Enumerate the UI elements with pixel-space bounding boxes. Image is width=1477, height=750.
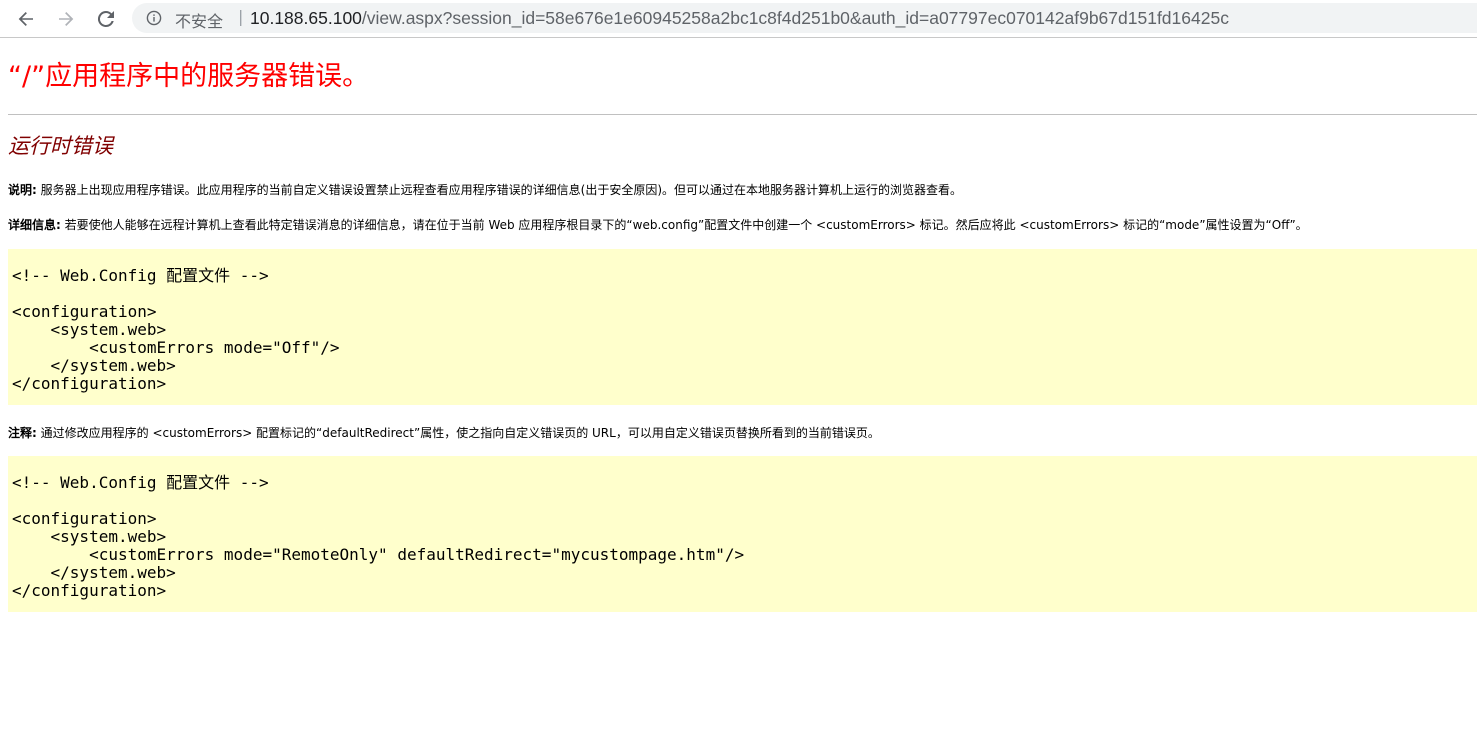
url-text[interactable]: 10.188.65.100/view.aspx?session_id=58e67… <box>250 8 1229 29</box>
details-paragraph: 详细信息: 若要使他人能够在远程计算机上查看此特定错误消息的详细信息，请在位于当… <box>8 216 1308 233</box>
reload-button[interactable] <box>92 5 120 33</box>
address-bar[interactable]: 不安全 | 10.188.65.100/view.aspx?session_id… <box>132 3 1477 33</box>
description-text: 服务器上出现应用程序错误。此应用程序的当前自定义错误设置禁止远程查看应用程序错误… <box>36 183 962 197</box>
title-divider <box>8 114 1477 115</box>
forward-arrow-icon <box>59 12 74 26</box>
back-arrow-icon <box>18 12 33 26</box>
security-label: 不安全 <box>175 12 224 31</box>
details-label: 详细信息: <box>8 218 61 232</box>
description-paragraph: 说明: 服务器上出现应用程序错误。此应用程序的当前自定义错误设置禁止远程查看应用… <box>8 181 962 198</box>
reload-icon <box>97 10 114 27</box>
url-host: 10.188.65.100 <box>250 8 362 28</box>
back-button[interactable] <box>12 5 40 33</box>
notes-label: 注释: <box>8 426 37 440</box>
address-separator: | <box>238 7 244 26</box>
error-subtitle: 运行时错误 <box>8 134 113 158</box>
description-label: 说明: <box>8 183 37 197</box>
notes-text: 通过修改应用程序的 <customErrors> 配置标记的“defaultRe… <box>36 426 880 440</box>
notes-paragraph: 注释: 通过修改应用程序的 <customErrors> 配置标记的“defau… <box>8 424 880 441</box>
url-path: /view.aspx?session_id=58e676e1e60945258a… <box>361 8 1229 28</box>
config-code-block-2: <!-- Web.Config 配置文件 --> <configuration>… <box>8 456 1477 612</box>
info-icon[interactable] <box>146 10 162 26</box>
forward-button[interactable] <box>52 5 80 33</box>
config-code-block-1: <!-- Web.Config 配置文件 --> <configuration>… <box>8 249 1477 405</box>
page-title: “/”应用程序中的服务器错误。 <box>8 61 370 92</box>
details-text: 若要使他人能够在远程计算机上查看此特定错误消息的详细信息，请在位于当前 Web … <box>60 218 1308 232</box>
browser-toolbar: 不安全 | 10.188.65.100/view.aspx?session_id… <box>0 0 1477 38</box>
